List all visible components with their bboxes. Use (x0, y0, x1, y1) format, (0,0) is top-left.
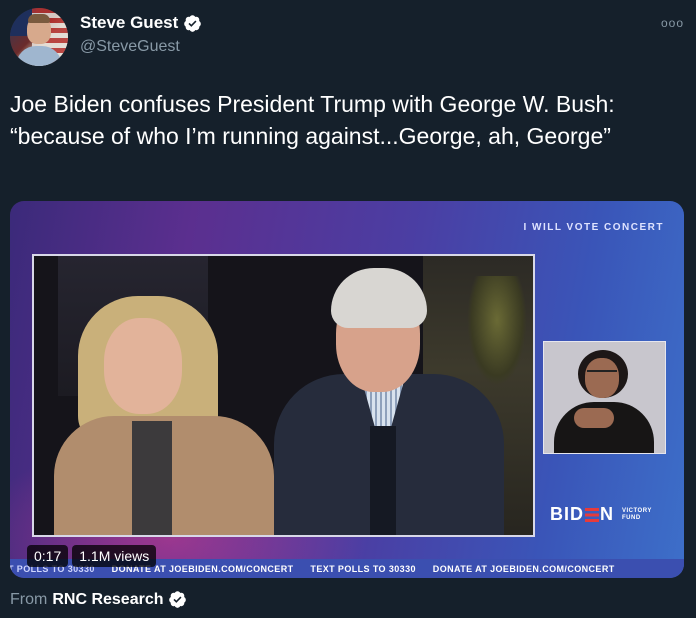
logo-e-stripes-icon (585, 507, 599, 522)
author-display-name[interactable]: Steve Guest (80, 13, 178, 33)
logo-word-left: BID (550, 504, 584, 524)
author-handle[interactable]: @SteveGuest (80, 38, 180, 56)
avatar[interactable] (10, 8, 68, 66)
logo-word-right: N (600, 504, 614, 524)
verified-badge-icon (169, 591, 187, 608)
logo-subtitle: VICTORY FUND (622, 508, 652, 522)
verified-badge-icon (184, 14, 202, 32)
more-options-icon[interactable]: ooo (661, 16, 684, 30)
tweet-text: Joe Biden confuses President Trump with … (10, 91, 615, 149)
main-video-frame (32, 254, 535, 537)
video-views: 1.1M views (72, 545, 157, 567)
author-name-row[interactable]: Steve Guest (80, 13, 202, 33)
ticker-item: DONATE AT JOEBIDEN.COM/CONCERT (432, 564, 615, 574)
avatar-hair (28, 14, 50, 23)
interpreter-face (585, 358, 619, 398)
video-player[interactable]: I WILL VOTE CONCERT BID N VICTORY FUND T… (10, 201, 684, 578)
source-name-link[interactable]: RNC Research (52, 591, 163, 609)
background-plant (467, 276, 527, 386)
man-sweater (370, 426, 396, 535)
sign-language-interpreter-inset (543, 341, 666, 454)
woman-top (132, 421, 172, 535)
source-attribution: From RNC Research (10, 590, 187, 609)
woman-face (104, 318, 182, 414)
logo-sub-line1: VICTORY (622, 507, 652, 514)
video-time: 0:17 (27, 545, 69, 567)
source-prefix: From (10, 590, 48, 608)
logo-sub-line2: FUND (622, 514, 641, 521)
interpreter-hands (574, 408, 614, 428)
ticker-item: TEXT POLLS TO 30330 (310, 564, 416, 574)
concert-title: I WILL VOTE CONCERT (523, 222, 664, 233)
interpreter-glasses (587, 370, 617, 376)
man-hair (331, 268, 427, 328)
biden-victory-fund-logo: BID N VICTORY FUND (550, 504, 652, 525)
video-counters: 0:17 1.1M views (27, 545, 157, 567)
